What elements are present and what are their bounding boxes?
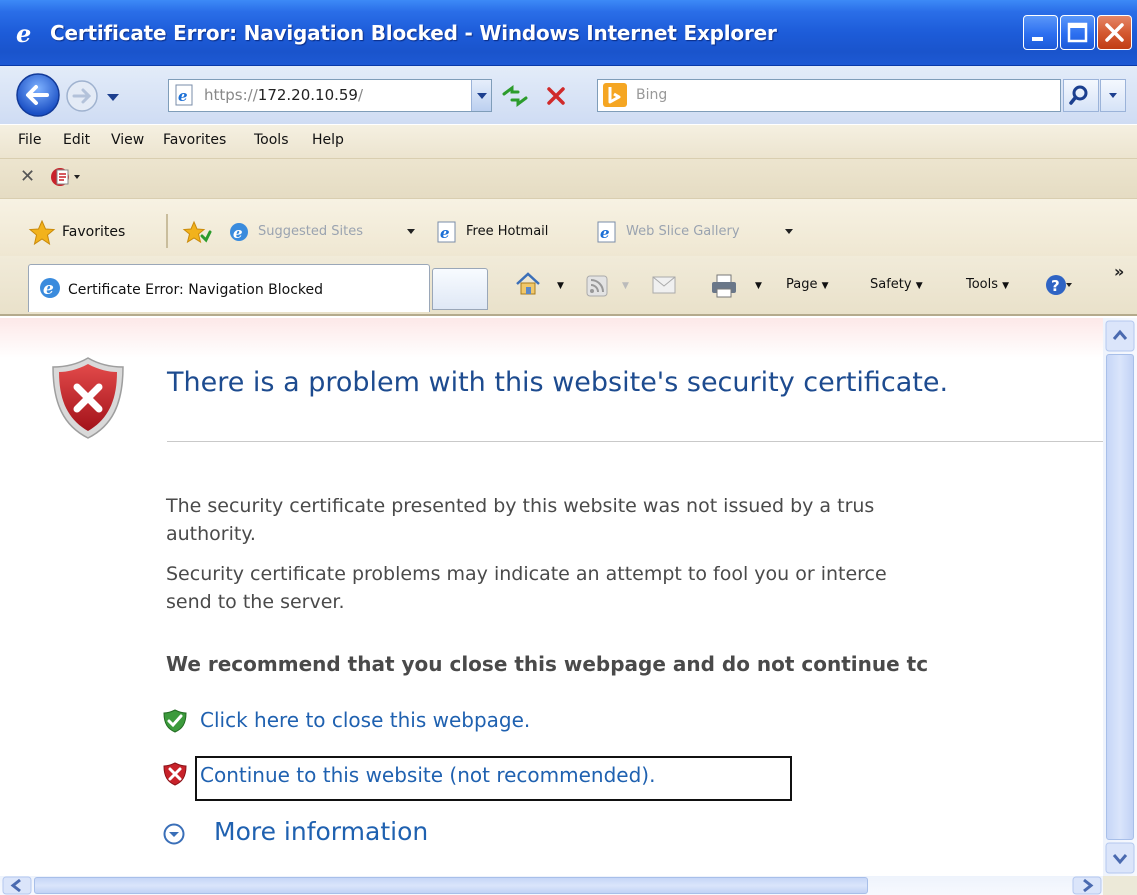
menu-favorites[interactable]: Favorites: [163, 132, 226, 148]
more-commands-chevron[interactable]: »: [1114, 262, 1124, 281]
svg-text:e: e: [178, 87, 188, 105]
refresh-icon[interactable]: [500, 82, 530, 110]
feeds-icon[interactable]: [586, 275, 608, 297]
error-shield-icon: [50, 356, 126, 440]
ie-page-icon: e: [596, 221, 616, 243]
close-webpage-link[interactable]: Click here to close this webpage.: [200, 708, 530, 732]
paragraph-line: send to the server.: [166, 591, 345, 613]
red-shield-icon: [163, 762, 187, 786]
menu-view[interactable]: View: [111, 132, 144, 148]
svg-text:?: ?: [1051, 277, 1060, 295]
chevron-down-icon[interactable]: ▼: [755, 281, 762, 291]
tab-title: Certificate Error: Navigation Blocked: [68, 282, 324, 298]
chevron-down-icon[interactable]: ▼: [622, 281, 629, 291]
suggested-sites-link[interactable]: Suggested Sites: [258, 224, 363, 239]
web-slice-gallery-link[interactable]: Web Slice Gallery: [626, 224, 740, 239]
toolbar-strip: [0, 158, 1137, 198]
menu-help[interactable]: Help: [312, 132, 344, 148]
ie-page-icon: e: [436, 221, 456, 243]
page-ie-icon: e: [174, 84, 196, 106]
horizontal-scroll-thumb[interactable]: [34, 877, 868, 894]
addon-tool-icon[interactable]: [48, 164, 84, 190]
divider: [167, 441, 1103, 442]
svg-text:e: e: [16, 20, 31, 46]
close-toolbar-icon[interactable]: ✕: [20, 166, 35, 187]
paragraph-line: authority.: [166, 523, 256, 545]
more-information-link[interactable]: More information: [214, 817, 428, 846]
forward-button[interactable]: [64, 78, 100, 114]
error-heading: There is a problem with this website's s…: [167, 367, 949, 398]
search-placeholder: Bing: [636, 87, 668, 103]
new-tab-button[interactable]: [432, 268, 488, 310]
svg-text:e: e: [233, 224, 243, 242]
expand-circle-icon[interactable]: [163, 823, 185, 845]
menu-edit[interactable]: Edit: [63, 132, 90, 148]
favorites-star-icon[interactable]: [28, 220, 56, 246]
close-window-button[interactable]: [1097, 15, 1132, 50]
maximize-button[interactable]: [1060, 15, 1095, 50]
cert-warning-paragraph: Security certificate problems may indica…: [166, 560, 887, 616]
scroll-right-button[interactable]: [1072, 876, 1102, 895]
content-top-fade: [0, 318, 1103, 358]
page-menu[interactable]: Page ▼: [786, 277, 829, 292]
cert-issuer-paragraph: The security certificate presented by th…: [166, 492, 874, 548]
chevron-down-icon[interactable]: [784, 228, 794, 236]
chevron-down-icon[interactable]: ▼: [557, 281, 564, 291]
stop-icon[interactable]: [541, 82, 571, 110]
green-shield-icon: [163, 709, 187, 733]
recommendation-text: We recommend that you close this webpage…: [166, 652, 929, 676]
scroll-down-button[interactable]: [1105, 842, 1135, 874]
minimize-button[interactable]: [1023, 15, 1058, 50]
ie-icon: e: [228, 221, 248, 242]
address-dropdown-button[interactable]: [471, 80, 491, 111]
recent-pages-dropdown-icon[interactable]: [106, 93, 120, 103]
scroll-left-button[interactable]: [2, 876, 32, 895]
menu-file[interactable]: File: [18, 132, 41, 148]
scroll-up-button[interactable]: [1105, 320, 1135, 352]
continue-to-website-link[interactable]: Continue to this website (not recommende…: [200, 763, 655, 787]
paragraph-line: The security certificate presented by th…: [166, 495, 875, 517]
svg-text:e: e: [440, 224, 450, 242]
back-button[interactable]: [14, 71, 62, 119]
bing-icon: [602, 82, 628, 108]
window-title: Certificate Error: Navigation Blocked - …: [50, 21, 777, 45]
separator: [166, 214, 168, 248]
svg-text:e: e: [43, 279, 54, 299]
ie-icon: e: [38, 276, 62, 300]
address-url[interactable]: https://172.20.10.59/: [204, 86, 363, 104]
search-options-dropdown[interactable]: [1100, 79, 1126, 112]
tools-menu[interactable]: Tools ▼: [966, 277, 1009, 292]
scrollbar-corner: [1103, 876, 1137, 895]
help-icon[interactable]: ?: [1044, 272, 1072, 298]
mail-icon[interactable]: [652, 276, 676, 294]
favorites-button[interactable]: Favorites: [62, 224, 125, 240]
home-icon[interactable]: [514, 271, 542, 297]
add-to-favorites-icon[interactable]: [180, 220, 212, 246]
paragraph-line: Security certificate problems may indica…: [166, 563, 887, 585]
print-icon[interactable]: [710, 274, 738, 298]
vertical-scroll-thumb[interactable]: [1106, 354, 1134, 840]
menu-tools[interactable]: Tools: [254, 132, 289, 148]
svg-text:e: e: [600, 224, 610, 242]
chevron-down-icon[interactable]: [406, 228, 416, 236]
safety-menu[interactable]: Safety ▼: [870, 277, 923, 292]
ie-logo-icon: e: [14, 20, 40, 46]
search-button[interactable]: [1063, 79, 1099, 112]
free-hotmail-link[interactable]: Free Hotmail: [466, 224, 548, 239]
favorites-bar: [0, 198, 1137, 256]
